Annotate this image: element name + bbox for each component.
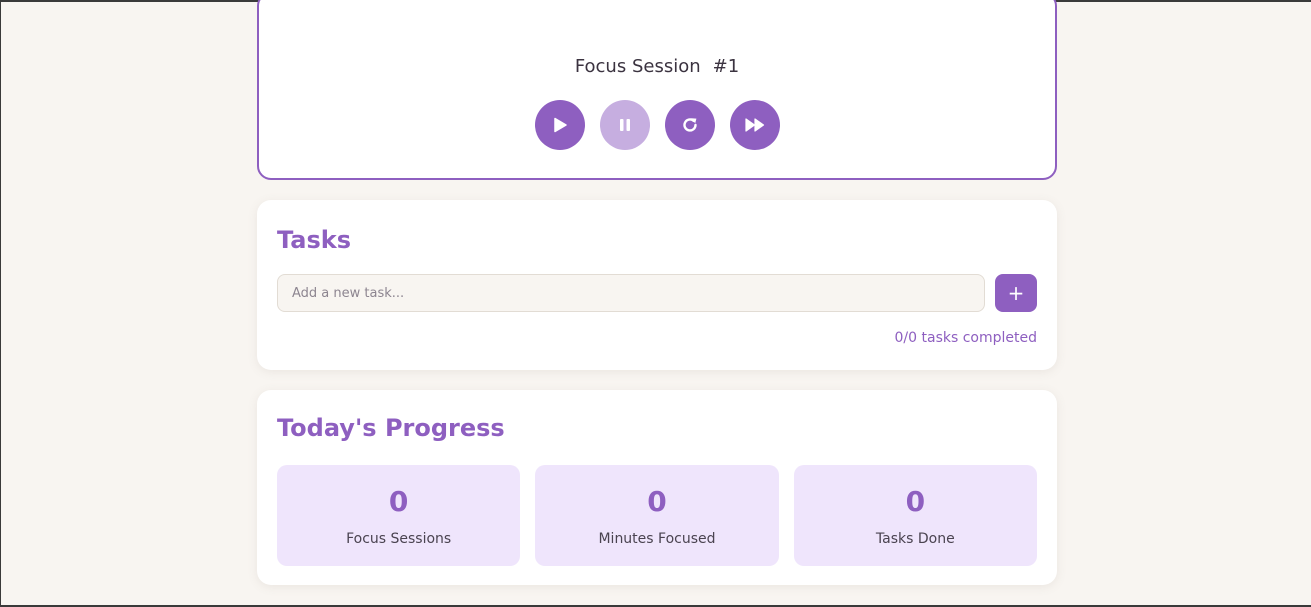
session-number: #1 — [712, 56, 740, 77]
tasks-completed-summary: 0/0 tasks completed — [894, 330, 1037, 346]
reset-button[interactable] — [664, 100, 715, 150]
skip-forward-icon — [744, 118, 764, 132]
stat-value: 0 — [388, 485, 409, 518]
stats-row: 0 Focus Sessions 0 Minutes Focused 0 Tas… — [277, 465, 1037, 566]
timer-controls — [259, 100, 1055, 150]
tasks-card: Tasks + 0/0 tasks completed — [257, 200, 1057, 370]
progress-title: Today's Progress — [277, 414, 505, 442]
stat-label: Tasks Done — [875, 531, 955, 547]
skip-button[interactable] — [729, 100, 780, 150]
timer-card: Focus Session #1 — [257, 0, 1057, 180]
stat-value: 0 — [647, 485, 667, 518]
stat-focus-sessions: 0 Focus Sessions — [277, 465, 521, 566]
tasks-title: Tasks — [277, 226, 352, 254]
reset-icon — [682, 118, 697, 132]
stat-label: Minutes Focused — [598, 531, 716, 547]
play-icon — [553, 117, 567, 133]
session-label: Focus Session #1 — [259, 56, 1055, 77]
stat-label: Focus Sessions — [346, 531, 452, 547]
pause-icon — [619, 119, 630, 131]
stat-value: 0 — [905, 485, 926, 518]
stat-tasks-done: 0 Tasks Done — [793, 465, 1037, 566]
pause-button[interactable] — [599, 100, 650, 150]
add-task-button[interactable]: + — [995, 274, 1037, 312]
new-task-input[interactable] — [277, 274, 985, 312]
session-label-text: Focus Session — [574, 56, 701, 77]
stat-minutes-focused: 0 Minutes Focused — [535, 465, 779, 566]
play-button[interactable] — [534, 100, 585, 150]
progress-card: Today's Progress 0 Focus Sessions 0 Minu… — [257, 390, 1057, 585]
